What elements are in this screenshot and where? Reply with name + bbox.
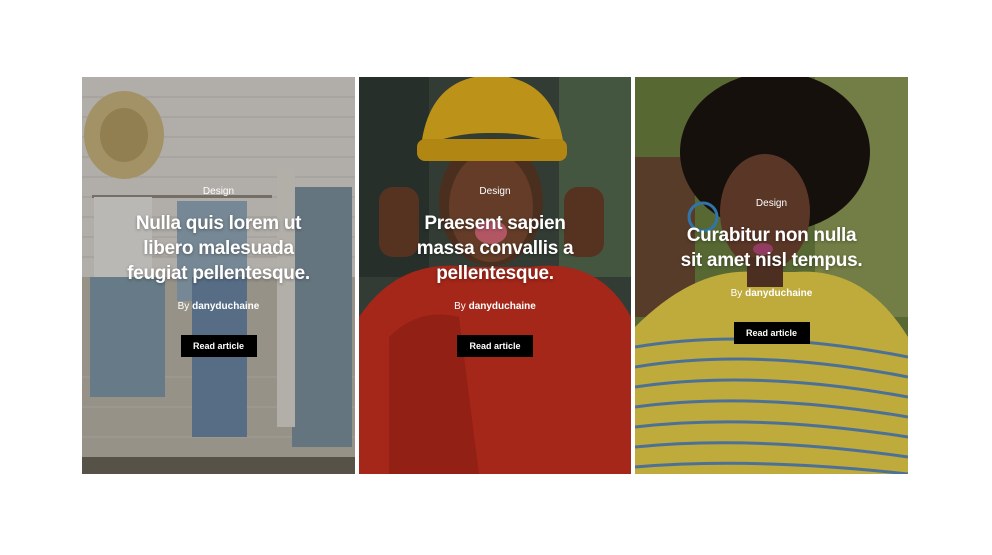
author-link[interactable]: danyduchaine [192,301,259,312]
card-title[interactable]: Curabitur non nulla sit amet nisl tempus… [681,223,863,273]
card-category[interactable]: Design [756,198,787,210]
card-byline: By danyduchaine [731,288,813,300]
card-byline: By danyduchaine [178,301,260,313]
card-1-content: Design Nulla quis lorem ut libero malesu… [82,186,355,357]
article-cards: Design Nulla quis lorem ut libero malesu… [82,77,908,474]
article-card-3[interactable]: Design Curabitur non nulla sit amet nisl… [635,77,908,474]
article-card-2[interactable]: Design Praesent sapien massa convallis a… [359,77,631,474]
author-link[interactable]: danyduchaine [469,301,536,312]
card-title[interactable]: Praesent sapien massa convallis a pellen… [417,211,574,286]
card-title-line: Curabitur non nulla [686,225,857,246]
card-2-content: Design Praesent sapien massa convallis a… [359,186,631,357]
card-category[interactable]: Design [479,186,510,198]
card-category[interactable]: Design [203,186,234,198]
byline-prefix: By [730,288,743,299]
card-title-line: sit amet nisl tempus. [680,250,863,271]
card-title-line: libero malesuada [143,238,294,259]
card-3-content: Design Curabitur non nulla sit amet nisl… [635,198,908,344]
card-title-line: pellentesque. [436,263,554,284]
read-article-button[interactable]: Read article [180,335,257,357]
card-title-line: massa convallis a [416,238,574,259]
read-article-button[interactable]: Read article [733,322,810,344]
byline-prefix: By [454,301,466,312]
card-title[interactable]: Nulla quis lorem ut libero malesuada feu… [127,211,310,286]
read-article-button[interactable]: Read article [457,335,533,357]
card-title-line: Nulla quis lorem ut [135,213,302,234]
card-title-line: Praesent sapien [424,213,566,234]
byline-prefix: By [177,301,190,312]
author-link[interactable]: danyduchaine [745,288,812,299]
article-card-1[interactable]: Design Nulla quis lorem ut libero malesu… [82,77,355,474]
card-byline: By danyduchaine [454,301,536,313]
card-title-line: feugiat pellentesque. [127,263,310,284]
